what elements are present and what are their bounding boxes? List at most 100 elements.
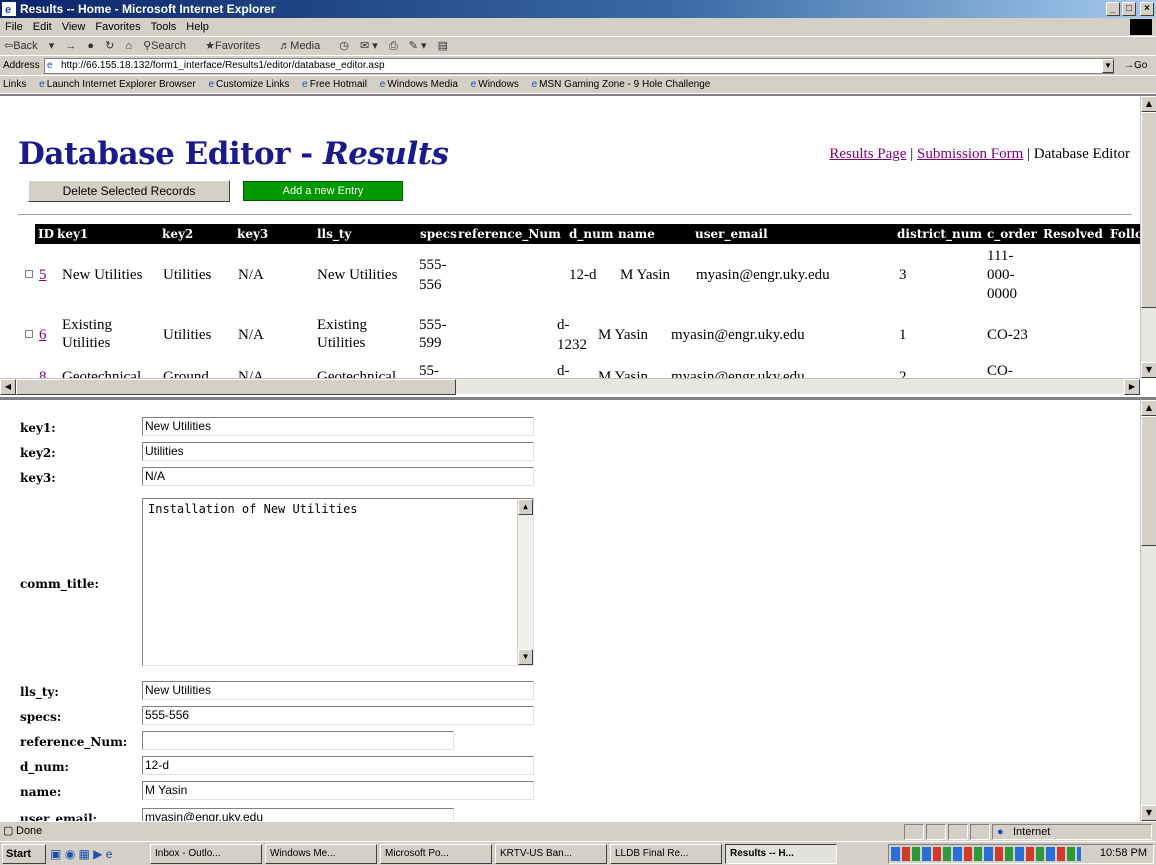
window-titlebar[interactable]: e Results -- Home - Microsoft Internet E… <box>0 0 1156 18</box>
edit-icon[interactable]: ✎ ▾ <box>409 40 427 52</box>
key3-input[interactable]: N/A <box>142 467 534 486</box>
close-button[interactable]: × <box>1140 2 1154 16</box>
cell-c-order: CO-23 <box>987 327 1028 343</box>
link-msn-gaming[interactable]: e MSN Gaming Zone - 9 Hole Challenge <box>532 79 711 90</box>
task-windows-media[interactable]: Windows Me... <box>265 844 377 864</box>
col-district-num[interactable]: district_num <box>897 224 982 244</box>
quick-launch-icon[interactable]: ▣ <box>50 847 61 861</box>
col-reference-num[interactable]: reference_Num <box>458 224 561 244</box>
cell-key3: N/A <box>238 267 264 283</box>
menu-view[interactable]: View <box>62 21 86 33</box>
row-checkbox[interactable] <box>25 270 33 278</box>
scroll-up-button[interactable]: ▲ <box>1141 96 1156 112</box>
menu-help[interactable]: Help <box>186 21 209 33</box>
col-id[interactable]: ID <box>38 224 54 244</box>
col-lls-ty[interactable]: lls_ty <box>317 224 351 244</box>
results-page-link[interactable]: Results Page <box>829 146 906 162</box>
quick-launch-icon[interactable]: e <box>106 847 113 861</box>
scroll-thumb[interactable] <box>16 379 456 395</box>
vertical-scrollbar[interactable]: ▲ ▼ <box>1140 96 1156 378</box>
d-num-input[interactable]: 12-d <box>142 756 534 775</box>
row-id-link[interactable]: 5 <box>39 266 47 284</box>
task-powerpoint[interactable]: Microsoft Po... <box>380 844 492 864</box>
scroll-thumb[interactable] <box>1141 112 1156 308</box>
link-customize[interactable]: e Customize Links <box>208 79 289 90</box>
add-entry-button[interactable]: Add a new Entry <box>243 181 403 201</box>
horizontal-scrollbar[interactable]: ◀ ▶ <box>0 378 1140 395</box>
quick-launch-icon[interactable]: ▦ <box>79 847 90 861</box>
link-windows-media[interactable]: e Windows Media <box>380 79 458 90</box>
key1-input[interactable]: New Utilities <box>142 417 534 436</box>
ie-icon: e <box>379 79 386 90</box>
key2-input[interactable]: Utilities <box>142 442 534 461</box>
quick-launch-icon[interactable]: ▶ <box>93 847 102 861</box>
history-icon[interactable]: ◷ <box>339 40 349 52</box>
stop-icon[interactable]: ● <box>87 40 94 52</box>
print-icon[interactable]: ⎙ <box>389 40 398 52</box>
tray-icons[interactable] <box>891 847 1081 861</box>
address-dropdown-button[interactable]: ▼ <box>1102 59 1114 73</box>
minimize-button[interactable]: _ <box>1106 2 1120 16</box>
scroll-down-button[interactable]: ▼ <box>518 649 533 665</box>
table-row: 8 Geotechnical Ground N/A Geotechnical 5… <box>0 362 1140 378</box>
task-outlook[interactable]: Inbox - Outlo... <box>150 844 262 864</box>
link-label: Windows Media <box>387 79 458 90</box>
favorites-button[interactable]: ★Favorites <box>205 40 268 52</box>
scroll-down-button[interactable]: ▼ <box>1141 362 1156 378</box>
start-button[interactable]: Start <box>2 844 46 864</box>
cell-specs-1: 555- <box>419 257 447 273</box>
col-name[interactable]: name <box>618 224 655 244</box>
scroll-left-button[interactable]: ◀ <box>0 379 16 395</box>
col-specs[interactable]: specs <box>420 224 457 244</box>
col-key1[interactable]: key1 <box>57 224 88 244</box>
row-id-link[interactable]: 8 <box>39 368 47 378</box>
scroll-up-button[interactable]: ▲ <box>518 499 533 515</box>
scroll-down-button[interactable]: ▼ <box>1141 805 1156 821</box>
col-user-email[interactable]: user_email <box>695 224 768 244</box>
vertical-scrollbar[interactable]: ▲ ▼ <box>1140 400 1156 821</box>
col-key3[interactable]: key3 <box>237 224 268 244</box>
back-button[interactable]: ⇦Back ▾ <box>4 40 54 52</box>
scroll-right-button[interactable]: ▶ <box>1124 379 1140 395</box>
forward-button[interactable]: → <box>65 40 76 52</box>
menu-favorites[interactable]: Favorites <box>95 21 140 33</box>
submission-form-link[interactable]: Submission Form <box>917 146 1023 162</box>
address-input[interactable]: e http://66.155.18.132/form1_interface/R… <box>44 58 1114 74</box>
row-checkbox[interactable] <box>25 330 33 338</box>
menu-edit[interactable]: Edit <box>33 21 52 33</box>
top-nav: Results Page | Submission Form | Databas… <box>829 146 1130 163</box>
reference-num-input[interactable] <box>142 731 454 750</box>
lls-ty-input[interactable]: New Utilities <box>142 681 534 700</box>
task-results[interactable]: Results -- H... <box>725 844 837 864</box>
home-icon[interactable]: ⌂ <box>125 40 132 52</box>
comm-title-textarea[interactable]: Installation of New Utilities ▲ ▼ <box>142 498 534 666</box>
link-windows[interactable]: e Windows <box>471 79 519 90</box>
media-button[interactable]: ♬Media <box>279 40 328 52</box>
specs-input[interactable]: 555-556 <box>142 706 534 725</box>
mail-icon[interactable]: ✉ ▾ <box>360 40 378 52</box>
name-input[interactable]: M Yasin <box>142 781 534 800</box>
search-button[interactable]: ⚲Search <box>143 40 194 52</box>
row-id-link[interactable]: 6 <box>39 326 47 344</box>
go-button[interactable]: →Go <box>1124 60 1147 71</box>
quick-launch-icon[interactable]: ◉ <box>65 847 75 861</box>
task-krtv[interactable]: KRTV-US Ban... <box>495 844 607 864</box>
discuss-icon[interactable]: ▤ <box>438 40 448 52</box>
delete-selected-button[interactable]: Delete Selected Records <box>28 180 230 202</box>
menu-file[interactable]: File <box>5 21 23 33</box>
task-lldb[interactable]: LLDB Final Re... <box>610 844 722 864</box>
refresh-icon[interactable]: ↻ <box>105 40 114 52</box>
maximize-button[interactable]: □ <box>1122 2 1136 16</box>
col-c-order[interactable]: c_order <box>987 224 1037 244</box>
col-key2[interactable]: key2 <box>162 224 193 244</box>
col-d-num[interactable]: d_num <box>569 224 614 244</box>
user-email-input[interactable]: myasin@engr.uky.edu <box>142 808 454 821</box>
textarea-scrollbar[interactable]: ▲ ▼ <box>517 499 533 665</box>
link-launch-ie[interactable]: e Launch Internet Explorer Browser <box>39 79 196 90</box>
scroll-up-button[interactable]: ▲ <box>1141 400 1156 416</box>
link-hotmail[interactable]: e Free Hotmail <box>302 79 367 90</box>
col-resolved[interactable]: Resolved <box>1043 224 1103 244</box>
menu-tools[interactable]: Tools <box>151 21 177 33</box>
scroll-thumb[interactable] <box>1141 416 1156 546</box>
col-follow[interactable]: Follo <box>1110 224 1141 244</box>
